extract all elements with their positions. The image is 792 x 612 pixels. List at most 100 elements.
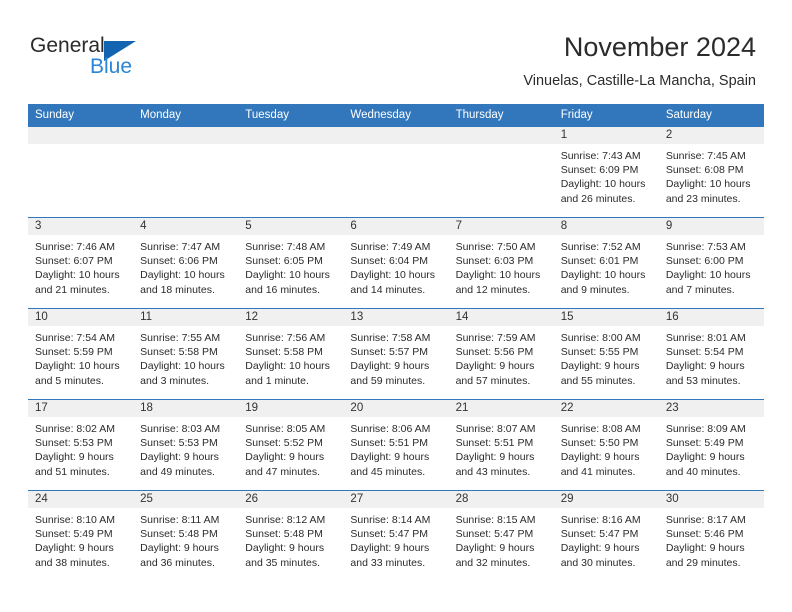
sunrise-time: Sunrise: 7:55 AM <box>140 332 221 344</box>
weekday-header-thursday: Thursday <box>448 104 554 127</box>
calendar-day-cell[interactable]: 20 Sunrise: 8:06 AM Sunset: 5:51 PM Dayligh… <box>343 399 449 491</box>
day-number: 7 <box>448 218 554 235</box>
calendar-day-cell[interactable]: 9 Sunrise: 7:53 AM Sunset: 6:00 PM Daylight… <box>658 217 764 309</box>
day-number: 29 <box>553 491 659 508</box>
sunset-time: Sunset: 5:58 PM <box>140 346 218 359</box>
calendar-day-cell[interactable]: 28 Sunrise: 8:15 AM Sunset: 5:47 PM Dayligh… <box>448 490 554 579</box>
page-title: November 2024 <box>563 32 756 62</box>
day-number <box>343 127 449 144</box>
day-number: 25 <box>133 491 239 508</box>
calendar-day-cell[interactable]: 10 Sunrise: 7:54 AM Sunset: 5:59 PM Dayligh… <box>28 308 134 400</box>
calendar-day-cell[interactable]: 13 Sunrise: 7:58 AM Sunset: 5:57 PM Dayligh… <box>343 308 449 400</box>
calendar-week-row: 24 Sunrise: 8:10 AM Sunset: 5:49 PM Dayligh… <box>28 490 764 579</box>
calendar-cell-empty <box>448 126 554 218</box>
sunset-time: Sunset: 5:46 PM <box>665 528 744 541</box>
calendar-day-cell[interactable]: 26 Sunrise: 8:12 AM Sunset: 5:48 PM Dayligh… <box>238 490 344 579</box>
day-number: 22 <box>553 400 659 417</box>
sunrise-time: Sunrise: 7:58 AM <box>350 332 431 344</box>
sunset-time: Sunset: 5:56 PM <box>455 346 534 359</box>
sunrise-time: Sunrise: 7:52 AM <box>560 241 641 253</box>
sunrise-time: Sunrise: 8:05 AM <box>245 423 326 435</box>
daylight-duration: Daylight: 9 hours and 36 minutes. <box>140 542 219 569</box>
sunrise-time: Sunrise: 7:45 AM <box>665 150 746 162</box>
sunrise-time: Sunrise: 8:00 AM <box>560 332 641 344</box>
calendar-day-cell[interactable]: 16 Sunrise: 8:01 AM Sunset: 5:54 PM Dayligh… <box>658 308 764 400</box>
sunrise-time: Sunrise: 8:10 AM <box>35 514 115 526</box>
calendar-day-cell[interactable]: 14 Sunrise: 7:59 AM Sunset: 5:56 PM Dayligh… <box>448 308 554 400</box>
day-details: Sunrise: 7:47 AM Sunset: 6:06 PM Daylight:… <box>133 235 238 297</box>
sunset-time: Sunset: 5:58 PM <box>245 346 323 359</box>
sunset-time: Sunset: 6:09 PM <box>560 164 639 177</box>
page-header: General Blue November 2024 Vinuelas, Cas… <box>0 0 792 100</box>
calendar-day-cell[interactable]: 24 Sunrise: 8:10 AM Sunset: 5:49 PM Dayligh… <box>28 490 134 579</box>
day-details: Sunrise: 8:01 AM Sunset: 5:54 PM Daylight:… <box>659 326 764 388</box>
calendar-container: Sunday Monday Tuesday Wednesday Thursday… <box>28 104 764 579</box>
calendar-day-cell[interactable]: 18 Sunrise: 8:03 AM Sunset: 5:53 PM Dayligh… <box>133 399 239 491</box>
daylight-duration: Daylight: 10 hours and 14 minutes. <box>350 269 436 296</box>
day-number: 23 <box>658 400 764 417</box>
day-details: Sunrise: 7:43 AM Sunset: 6:09 PM Daylight:… <box>554 144 659 206</box>
location-subtitle: Vinuelas, Castille-La Mancha, Spain <box>523 73 756 89</box>
daylight-duration: Daylight: 9 hours and 40 minutes. <box>665 451 745 478</box>
daylight-duration: Daylight: 9 hours and 43 minutes. <box>455 451 535 478</box>
calendar-day-cell[interactable]: 12 Sunrise: 7:56 AM Sunset: 5:58 PM Dayligh… <box>238 308 344 400</box>
calendar-day-cell[interactable]: 22 Sunrise: 8:08 AM Sunset: 5:50 PM Dayligh… <box>553 399 659 491</box>
sunset-time: Sunset: 5:47 PM <box>455 528 534 541</box>
day-details: Sunrise: 7:50 AM Sunset: 6:03 PM Daylight:… <box>449 235 554 297</box>
sunset-time: Sunset: 5:53 PM <box>140 437 218 450</box>
daylight-duration: Daylight: 10 hours and 9 minutes. <box>560 269 646 296</box>
daylight-duration: Daylight: 9 hours and 33 minutes. <box>350 542 430 569</box>
calendar-day-cell[interactable]: 19 Sunrise: 8:05 AM Sunset: 5:52 PM Dayligh… <box>238 399 344 491</box>
calendar-day-cell[interactable]: 15 Sunrise: 8:00 AM Sunset: 5:55 PM Dayligh… <box>553 308 659 400</box>
sunrise-time: Sunrise: 7:59 AM <box>455 332 536 344</box>
weekday-header-monday: Monday <box>133 104 239 127</box>
sunset-time: Sunset: 5:55 PM <box>560 346 639 359</box>
weekday-header-friday: Friday <box>553 104 659 127</box>
calendar-day-cell[interactable]: 25 Sunrise: 8:11 AM Sunset: 5:48 PM Dayligh… <box>133 490 239 579</box>
sunrise-time: Sunrise: 8:15 AM <box>455 514 536 526</box>
daylight-duration: Daylight: 10 hours and 7 minutes. <box>665 269 751 296</box>
calendar-day-cell[interactable]: 17 Sunrise: 8:02 AM Sunset: 5:53 PM Dayligh… <box>28 399 134 491</box>
weekday-header-saturday: Saturday <box>658 104 764 127</box>
sunset-time: Sunset: 5:49 PM <box>665 437 744 450</box>
day-details: Sunrise: 8:16 AM Sunset: 5:47 PM Daylight:… <box>554 508 659 570</box>
sunset-time: Sunset: 5:47 PM <box>350 528 429 541</box>
day-number: 4 <box>133 218 239 235</box>
daylight-duration: Daylight: 9 hours and 35 minutes. <box>245 542 325 569</box>
calendar-cell-empty <box>28 126 134 218</box>
daylight-duration: Daylight: 10 hours and 16 minutes. <box>245 269 330 296</box>
daylight-duration: Daylight: 9 hours and 30 minutes. <box>560 542 640 569</box>
day-number: 16 <box>658 309 764 326</box>
calendar-day-cell[interactable]: 29 Sunrise: 8:16 AM Sunset: 5:47 PM Dayligh… <box>553 490 659 579</box>
day-number: 30 <box>658 491 764 508</box>
calendar-day-cell[interactable]: 2 Sunrise: 7:45 AM Sunset: 6:08 PM Daylight… <box>658 126 764 218</box>
day-number: 24 <box>28 491 134 508</box>
calendar-day-cell[interactable]: 8 Sunrise: 7:52 AM Sunset: 6:01 PM Daylight… <box>553 217 659 309</box>
sunrise-time: Sunrise: 8:11 AM <box>140 514 220 526</box>
sunrise-time: Sunrise: 7:47 AM <box>140 241 221 253</box>
day-number: 14 <box>448 309 554 326</box>
calendar-day-cell[interactable]: 11 Sunrise: 7:55 AM Sunset: 5:58 PM Dayligh… <box>133 308 239 400</box>
calendar-day-cell[interactable]: 21 Sunrise: 8:07 AM Sunset: 5:51 PM Dayligh… <box>448 399 554 491</box>
day-number: 26 <box>238 491 344 508</box>
calendar-day-cell[interactable]: 30 Sunrise: 8:17 AM Sunset: 5:46 PM Dayligh… <box>658 490 764 579</box>
day-details: Sunrise: 8:17 AM Sunset: 5:46 PM Daylight:… <box>659 508 764 570</box>
sunset-time: Sunset: 6:05 PM <box>245 255 323 268</box>
calendar-day-cell[interactable]: 5 Sunrise: 7:48 AM Sunset: 6:05 PM Daylight… <box>238 217 344 309</box>
day-number <box>448 127 554 144</box>
day-number: 15 <box>553 309 659 326</box>
daylight-duration: Daylight: 10 hours and 21 minutes. <box>35 269 120 296</box>
calendar-day-cell[interactable]: 3 Sunrise: 7:46 AM Sunset: 6:07 PM Daylight… <box>28 217 134 309</box>
sunrise-time: Sunrise: 8:03 AM <box>140 423 221 435</box>
sunrise-time: Sunrise: 8:16 AM <box>560 514 641 526</box>
calendar-day-cell[interactable]: 27 Sunrise: 8:14 AM Sunset: 5:47 PM Dayligh… <box>343 490 449 579</box>
day-number: 2 <box>658 127 764 144</box>
calendar-day-cell[interactable]: 6 Sunrise: 7:49 AM Sunset: 6:04 PM Daylight… <box>343 217 449 309</box>
calendar-day-cell[interactable]: 7 Sunrise: 7:50 AM Sunset: 6:03 PM Daylight… <box>448 217 554 309</box>
day-number: 1 <box>553 127 659 144</box>
calendar-day-cell[interactable]: 1 Sunrise: 7:43 AM Sunset: 6:09 PM Daylight… <box>553 126 659 218</box>
sunset-time: Sunset: 5:48 PM <box>245 528 323 541</box>
calendar-day-cell[interactable]: 23 Sunrise: 8:09 AM Sunset: 5:49 PM Dayligh… <box>658 399 764 491</box>
calendar-day-cell[interactable]: 4 Sunrise: 7:47 AM Sunset: 6:06 PM Daylight… <box>133 217 239 309</box>
general-blue-logo[interactable]: General Blue <box>30 34 210 90</box>
